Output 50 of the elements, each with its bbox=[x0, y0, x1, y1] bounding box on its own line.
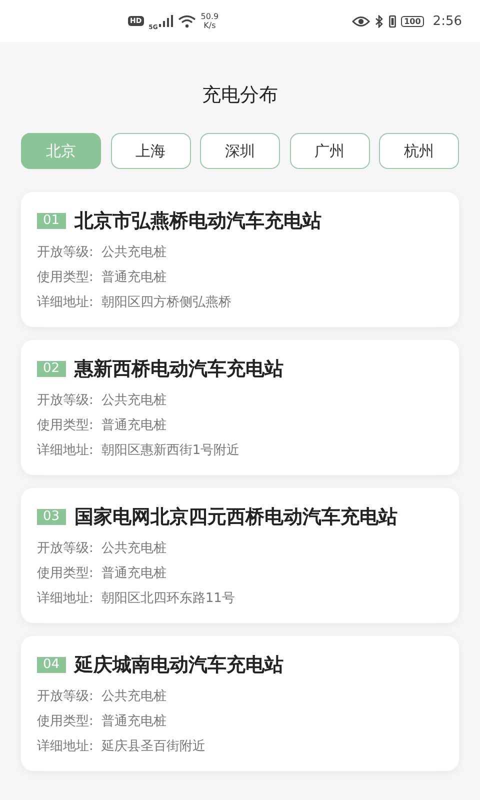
station-card[interactable]: 02 惠新西桥电动汽车充电站 开放等级: 公共充电桩 使用类型: 普通充电桩 详细地址: 朝阳区惠新西街1号附近 bbox=[21, 340, 459, 475]
field-label: 开放等级: bbox=[37, 244, 94, 262]
field-value: 公共充电桩 bbox=[101, 392, 166, 410]
city-tab[interactable]: 深圳 bbox=[200, 133, 280, 169]
field-value: 公共充电桩 bbox=[101, 540, 166, 558]
field-label: 使用类型: bbox=[37, 565, 94, 583]
vibrate-icon bbox=[389, 14, 396, 28]
wifi-icon bbox=[178, 14, 196, 28]
station-card[interactable]: 04 延庆城南电动汽车充电站 开放等级: 公共充电桩 使用类型: 普通充电桩 详细地址: 延庆县圣百街附近 bbox=[21, 636, 459, 771]
field-value: 公共充电桩 bbox=[101, 244, 166, 262]
station-name: 国家电网北京四元西桥电动汽车充电站 bbox=[74, 505, 398, 530]
battery-level: 100 bbox=[401, 16, 424, 26]
index-badge: 01 bbox=[37, 213, 66, 229]
index-badge: 02 bbox=[37, 361, 66, 377]
signal-icon bbox=[158, 15, 173, 27]
field-value: 延庆县圣百街附近 bbox=[101, 738, 206, 756]
field-label: 详细地址: bbox=[37, 294, 94, 312]
field-label: 开放等级: bbox=[37, 540, 94, 558]
field-value: 普通充电桩 bbox=[101, 564, 166, 583]
field-label: 详细地址: bbox=[37, 590, 94, 608]
field-value: 公共充电桩 bbox=[101, 688, 166, 706]
field-label: 开放等级: bbox=[37, 392, 94, 410]
field-label: 详细地址: bbox=[37, 738, 94, 756]
station-name: 北京市弘燕桥电动汽车充电站 bbox=[74, 209, 322, 234]
field-label: 使用类型: bbox=[37, 713, 94, 731]
field-label: 详细地址: bbox=[37, 442, 94, 460]
city-tab[interactable]: 杭州 bbox=[379, 133, 459, 169]
speed-unit: K/s bbox=[204, 21, 216, 30]
field-value: 普通充电桩 bbox=[101, 712, 166, 731]
eye-icon bbox=[352, 16, 370, 26]
station-name: 惠新西桥电动汽车充电站 bbox=[74, 357, 284, 382]
field-value: 朝阳区四方桥侧弘燕桥 bbox=[101, 294, 232, 312]
field-label: 使用类型: bbox=[37, 417, 94, 435]
station-name: 延庆城南电动汽车充电站 bbox=[74, 653, 284, 678]
speed-value: 50.9 bbox=[200, 12, 219, 21]
index-badge: 04 bbox=[37, 657, 66, 673]
field-label: 开放等级: bbox=[37, 688, 94, 706]
field-value: 普通充电桩 bbox=[101, 416, 166, 435]
field-value: 普通充电桩 bbox=[101, 268, 166, 287]
clock: 2:56 bbox=[432, 14, 462, 28]
station-card[interactable]: 03 国家电网北京四元西桥电动汽车充电站 开放等级: 公共充电桩 使用类型: 普通充电桩 详细地址: 朝阳区北四环东路11号 bbox=[21, 488, 459, 623]
page-title: 充电分布 bbox=[201, 83, 279, 108]
field-label: 使用类型: bbox=[37, 269, 94, 287]
city-tab[interactable]: 广州 bbox=[290, 133, 370, 169]
index-badge: 03 bbox=[37, 509, 66, 525]
station-card[interactable]: 01 北京市弘燕桥电动汽车充电站 开放等级: 公共充电桩 使用类型: 普通充电桩 详细地址: 朝阳区四方桥侧弘燕桥 bbox=[21, 192, 459, 327]
field-value: 朝阳区北四环东路11号 bbox=[101, 590, 235, 608]
city-tab[interactable]: 上海 bbox=[110, 133, 190, 169]
field-value: 朝阳区惠新西街1号附近 bbox=[101, 442, 240, 460]
bluetooth-icon bbox=[375, 14, 384, 28]
